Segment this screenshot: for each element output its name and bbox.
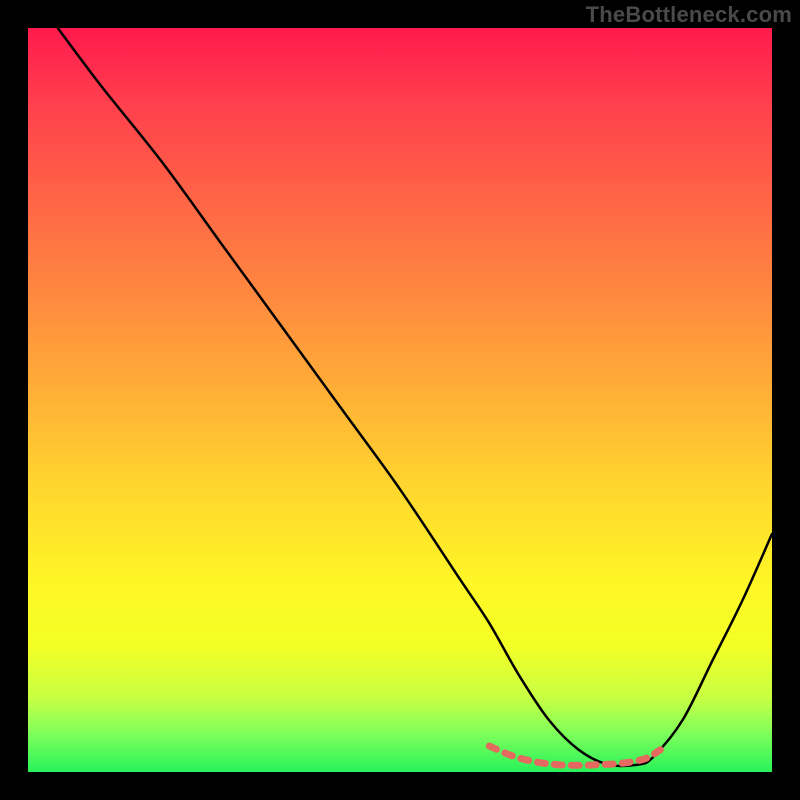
chart-plot-area: [28, 28, 772, 772]
watermark-text: TheBottleneck.com: [586, 2, 792, 28]
chart-svg: [28, 28, 772, 772]
plateau-highlight: [489, 746, 660, 765]
main-curve: [58, 28, 772, 766]
